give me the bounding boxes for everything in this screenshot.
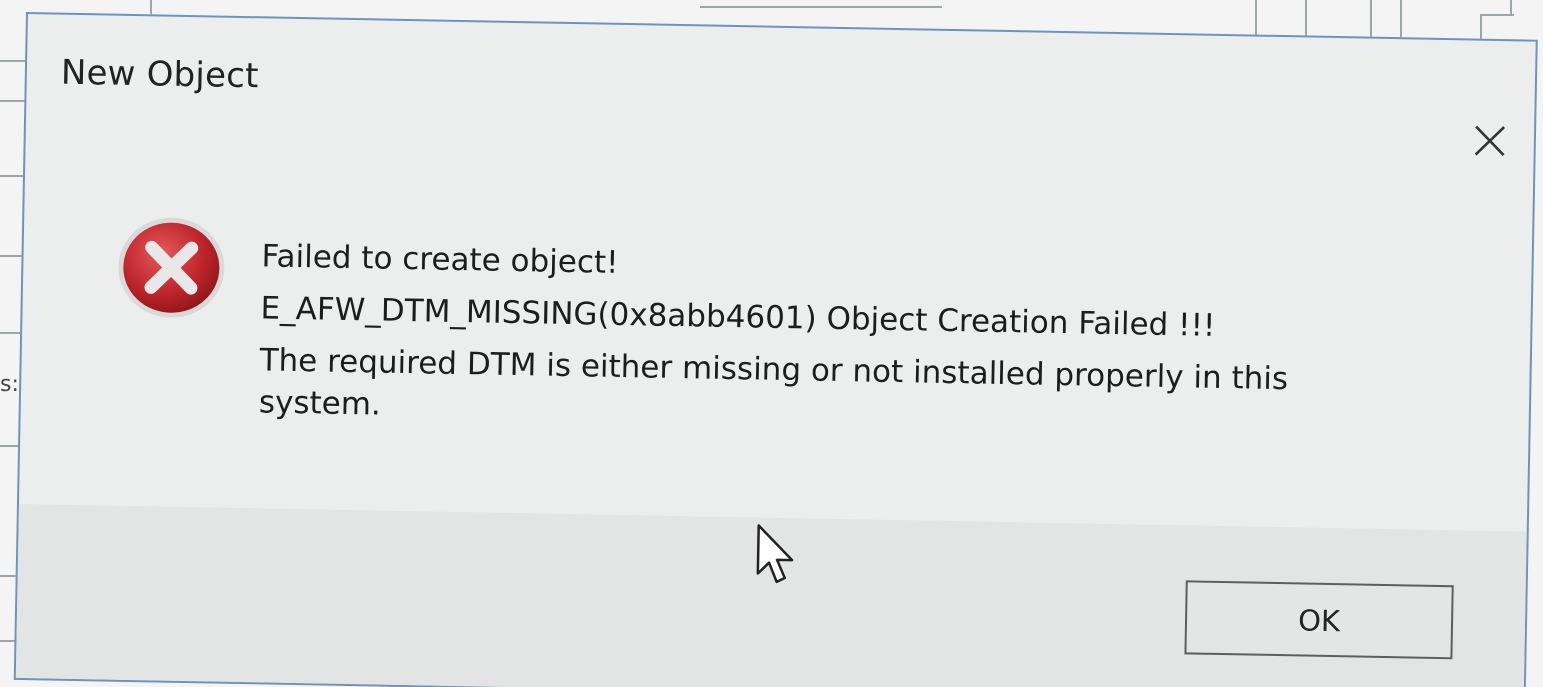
bg-grid-line: [150, 0, 152, 14]
mouse-pointer-icon: [754, 521, 799, 586]
new-object-dialog: New Object Failed to create object! E_AF…: [13, 12, 1538, 687]
bg-grid-line: [700, 6, 942, 8]
error-icon: [114, 214, 228, 322]
bg-grid-line: [0, 100, 26, 102]
close-button[interactable]: [1467, 118, 1512, 163]
close-x-icon: [1474, 125, 1506, 157]
bg-grid-line: [0, 60, 26, 62]
error-message: Failed to create object! E_AFW_DTM_MISSI…: [258, 230, 1451, 450]
bg-grid-line: [1510, 0, 1512, 16]
bg-partial-label: s:: [0, 372, 19, 397]
ok-button[interactable]: OK: [1184, 580, 1454, 660]
bg-grid-line: [1480, 14, 1514, 16]
dialog-title: New Object: [60, 52, 259, 97]
